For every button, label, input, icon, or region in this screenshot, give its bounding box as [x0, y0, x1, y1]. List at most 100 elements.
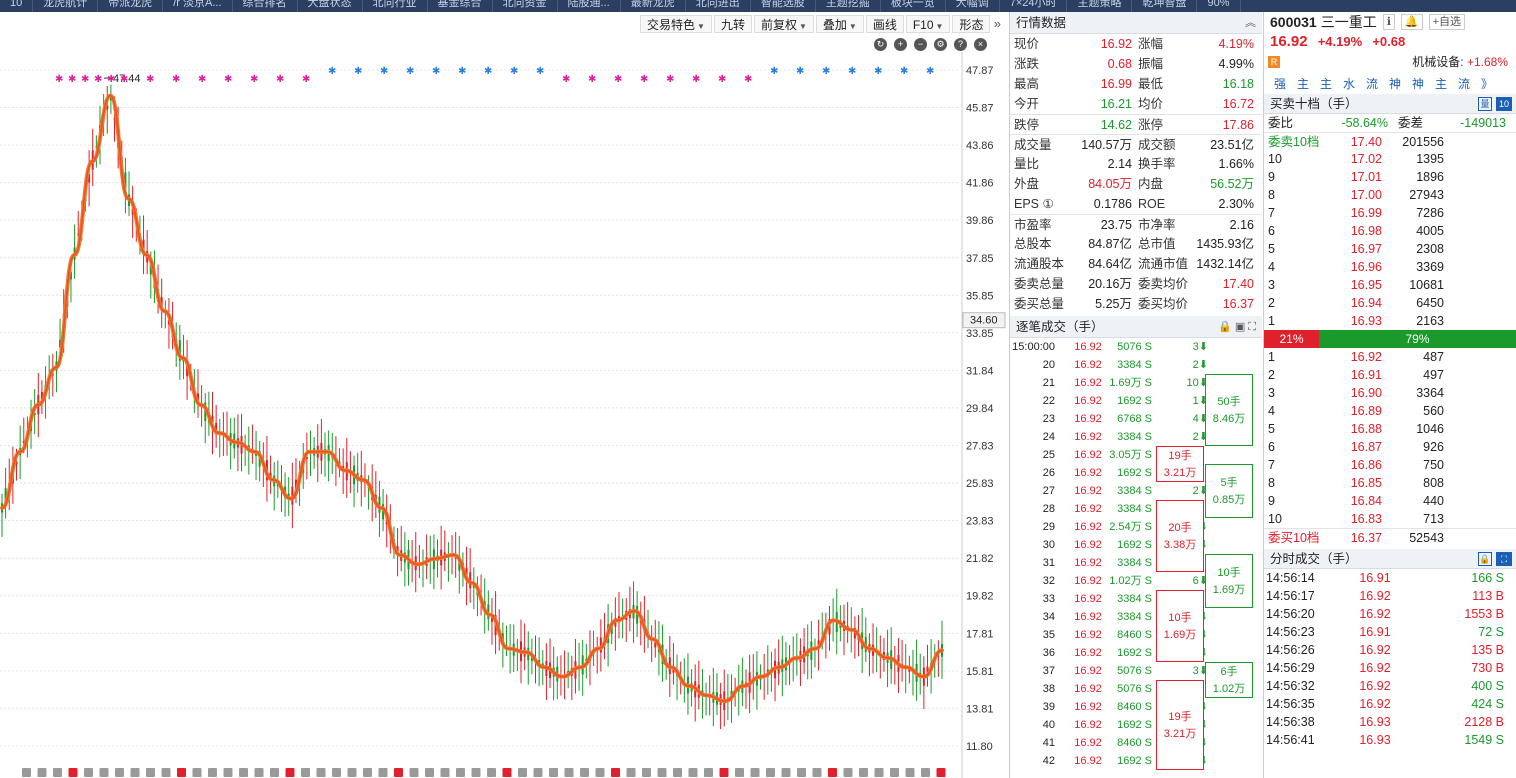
bell-icon[interactable]: 🔔 — [1400, 14, 1423, 30]
fenshi-row: 14:56:14 16.91 166 S — [1264, 569, 1516, 587]
top-nav-item-3[interactable]: /r 淡京A... — [163, 0, 233, 12]
y-tick-label: 47.87 — [966, 65, 994, 77]
zoom-in-icon[interactable]: + — [894, 38, 907, 51]
top-nav-item-4[interactable]: 综合排名 — [233, 0, 298, 12]
ma-line-inner — [1, 94, 943, 702]
tick-volume: 1692 S — [1117, 719, 1152, 731]
top-nav-item-17[interactable]: 主题策略 — [1067, 0, 1133, 12]
quote-value: 84.64亿 — [1088, 257, 1132, 271]
tick-row: 4116.928460 S5⬇ — [1010, 734, 1262, 752]
chart-toolbar-button-1[interactable]: 九转 — [713, 15, 752, 33]
quote-value: 16.72 — [1222, 97, 1254, 111]
top-nav-item-0[interactable]: 10 — [0, 0, 34, 12]
signal-star-marker: ✱ — [68, 74, 76, 85]
tick-volume: 1692 S — [1117, 647, 1152, 659]
concept-tag-5[interactable]: 神 — [1387, 75, 1403, 92]
concept-tag-2[interactable]: 主 — [1318, 75, 1334, 92]
event-marker — [223, 768, 233, 777]
top-nav-item-19[interactable]: 90% — [1197, 0, 1241, 12]
top-nav-item-13[interactable]: 主题挖掘 — [816, 0, 881, 12]
chart-toolbar-button-2[interactable]: 前复权 ▼ — [753, 15, 814, 33]
signal-star-marker: ✱ — [848, 66, 856, 77]
book-level-row: 4 16.89 560 — [1264, 402, 1516, 420]
concept-tag-6[interactable]: 神 — [1410, 75, 1426, 92]
top-nav-item-14[interactable]: 板块一览 — [881, 0, 946, 12]
top-nav-item-6[interactable]: 北向行业 — [363, 0, 428, 12]
top-nav-item-10[interactable]: 最新龙虎 — [621, 0, 686, 12]
y-tick-label: 15.81 — [966, 666, 994, 678]
top-nav-item-7[interactable]: 基金综合 — [428, 0, 493, 12]
top-nav-item-11[interactable]: 北向进出 — [686, 0, 751, 12]
tick-time: 30 — [1042, 539, 1055, 551]
collapse-icon[interactable]: ︽ — [1245, 12, 1256, 34]
book-price: 17.00 — [1350, 188, 1382, 202]
chart-toolbar-button-6[interactable]: 形态 — [952, 15, 991, 33]
refresh-icon[interactable]: ↻ — [874, 38, 887, 51]
kline-chart-panel[interactable]: 47.87 45.87 43.86 41.86 39.86 37.85 35.85 33.85… — [0, 12, 1007, 778]
kline-chart-svg[interactable]: 47.87 45.87 43.86 41.86 39.86 37.85 35.85 33.85… — [0, 12, 1007, 778]
volume-toggle-icon[interactable]: 量 — [1478, 97, 1492, 111]
concept-tag-7[interactable]: 主 — [1433, 75, 1449, 92]
ma-data-point — [362, 479, 365, 481]
fenshi-expand-icon[interactable]: ⛶ — [1496, 552, 1512, 566]
add-watchlist-button[interactable]: +自选 — [1428, 14, 1466, 30]
ma-data-point — [200, 404, 202, 406]
y-tick-label: 21.82 — [966, 553, 994, 565]
fenshi-volume: 166 S — [1471, 571, 1504, 585]
tick-price: 16.92 — [1074, 539, 1102, 551]
chevron-down-icon: ▼ — [798, 22, 807, 31]
tick-time: 21 — [1042, 377, 1055, 389]
top-nav-item-15[interactable]: 大幅调 — [946, 0, 1000, 12]
chevron-down-icon: ▼ — [848, 22, 857, 31]
top-nav-item-16[interactable]: 7×24小时 — [1000, 0, 1068, 12]
fenshi-row: 14:56:26 16.92 135 B — [1264, 641, 1516, 659]
ma-data-point — [398, 554, 401, 556]
concept-tag-4[interactable]: 流 — [1364, 75, 1380, 92]
chart-toolbar-button-4[interactable]: 画线 — [865, 15, 904, 33]
top-nav-item-8[interactable]: 北向资金 — [493, 0, 558, 12]
book-volume: 27943 — [1409, 188, 1444, 202]
quote-value: 5.25万 — [1095, 297, 1132, 311]
top-nav-item-2[interactable]: 帝派龙虎 — [98, 0, 164, 12]
current-price-label: 34.60 — [970, 315, 998, 327]
ma-data-point — [290, 497, 293, 500]
tick-time: 26 — [1042, 467, 1055, 479]
settings-icon[interactable]: ⚙ — [934, 38, 947, 51]
top-nav-item-12[interactable]: 智能选股 — [751, 0, 816, 12]
chart-toolbar-button-3[interactable]: 叠加 ▼ — [815, 15, 864, 33]
concept-tag-1[interactable]: 主 — [1295, 75, 1311, 92]
depth-toggle-icon[interactable]: 10 — [1496, 97, 1512, 111]
ticks-header-icons[interactable]: 🔒 ▣ ⛶ — [1218, 316, 1256, 338]
event-marker — [859, 768, 868, 777]
zoom-out-icon[interactable]: − — [914, 38, 927, 51]
top-nav-item-1[interactable]: 龙虎航计 — [33, 0, 99, 12]
quote-label: 流通市值 — [1138, 257, 1189, 271]
help-icon[interactable]: ? — [954, 38, 967, 51]
top-nav-item-9[interactable]: 陆股通... — [558, 0, 621, 12]
signal-star-marker: ✱ — [822, 66, 830, 77]
ma-data-point — [127, 197, 130, 200]
book-level-row: 5 16.88 1046 — [1264, 420, 1516, 438]
chart-more-icon[interactable]: » — [994, 16, 1001, 31]
industry-text[interactable]: 机械设备: +1.68% — [1412, 52, 1508, 72]
concept-tag-3[interactable]: 水 — [1341, 75, 1357, 92]
top-nav-item-18[interactable]: 乾坤智盘 — [1132, 0, 1198, 12]
concept-tag-9[interactable]: 》 — [1479, 75, 1495, 92]
signal-star-marker: ✱ — [302, 74, 310, 85]
concept-tag-0[interactable]: 强 — [1272, 75, 1288, 92]
info-icon[interactable]: ℹ — [1382, 14, 1395, 30]
chart-toolbar-button-0[interactable]: 交易特色 ▼ — [640, 15, 712, 33]
buy10-label: 委买10档 — [1268, 531, 1320, 545]
top-nav-item-5[interactable]: 大盘状态 — [298, 0, 363, 12]
fenshi-time: 14:56:38 — [1266, 715, 1315, 729]
tick-volume: 5076 S — [1117, 341, 1152, 353]
chart-toolbar-button-5[interactable]: F10 ▼ — [905, 15, 951, 33]
tick-box-amount: 3.38万 — [1163, 539, 1197, 551]
lock-icon[interactable]: 🔒 — [1478, 552, 1492, 566]
concept-tag-8[interactable]: 流 — [1456, 75, 1472, 92]
event-marker — [921, 768, 930, 777]
close-icon[interactable]: × — [974, 38, 987, 51]
tick-volume: 5076 S — [1117, 683, 1152, 695]
tick-count: 6⬇ — [1192, 575, 1208, 587]
quote-value: 16.37 — [1222, 297, 1254, 311]
